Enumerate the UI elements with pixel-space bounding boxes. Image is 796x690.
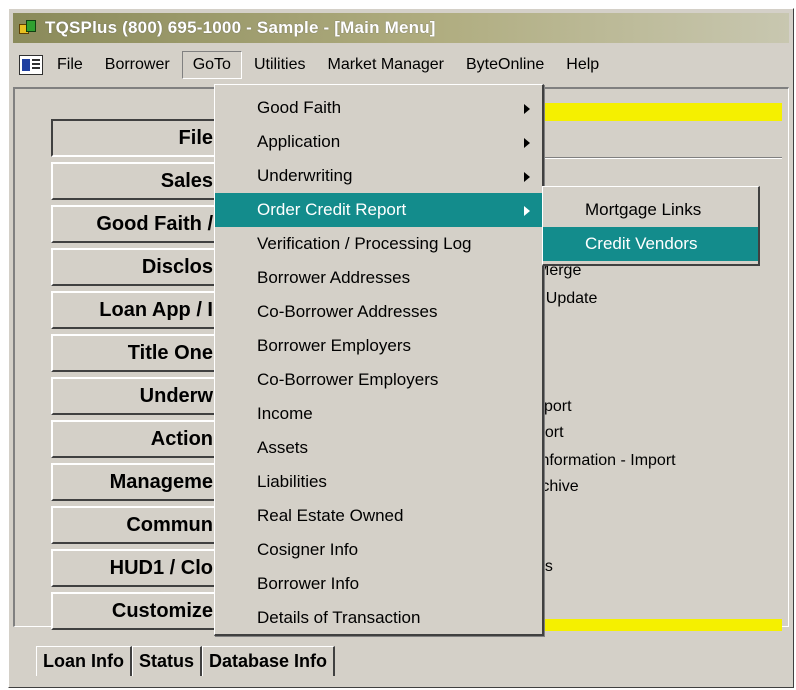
submenu-arrow-icon	[524, 206, 530, 216]
sales-button[interactable]: Sales	[51, 162, 217, 200]
submenu-arrow-icon	[524, 104, 530, 114]
goto-details-of-transaction[interactable]: Details of Transaction	[215, 601, 542, 635]
yellow-banner-bottom	[535, 619, 782, 631]
menu-utilities[interactable]: Utilities	[244, 52, 316, 78]
goto-dropdown-menu: Good Faith Application Underwriting Orde…	[214, 84, 544, 636]
goto-income[interactable]: Income	[215, 397, 542, 431]
goto-good-faith[interactable]: Good Faith	[215, 91, 542, 125]
tab-database-info[interactable]: Database Info	[202, 646, 336, 676]
goto-coborrower-addresses[interactable]: Co-Borrower Addresses	[215, 295, 542, 329]
main-menu-buttons: File Sales Good Faith / Disclos Loan App…	[51, 119, 217, 635]
communication-button[interactable]: Commun	[51, 506, 217, 544]
goto-liabilities[interactable]: Liabilities	[215, 465, 542, 499]
window-title: TQSPlus (800) 695-1000 - Sample - [Main …	[45, 18, 436, 37]
menu-borrower[interactable]: Borrower	[95, 52, 180, 78]
action-button[interactable]: Action	[51, 420, 217, 458]
menu-market-manager[interactable]: Market Manager	[318, 52, 455, 78]
goto-borrower-info[interactable]: Borrower Info	[215, 567, 542, 601]
goto-borrower-employers[interactable]: Borrower Employers	[215, 329, 542, 363]
file-button[interactable]: File	[51, 119, 217, 157]
order-credit-submenu: Mortgage Links Credit Vendors	[542, 186, 760, 266]
submenu-mortgage-links[interactable]: Mortgage Links	[543, 193, 758, 227]
good-faith-button[interactable]: Good Faith /	[51, 205, 217, 243]
menu-goto[interactable]: GoTo	[181, 51, 242, 79]
goto-order-credit-report[interactable]: Order Credit Report	[215, 193, 542, 227]
submenu-arrow-icon	[524, 172, 530, 182]
menu-item-label: Good Faith	[257, 98, 342, 117]
divider	[535, 157, 782, 159]
goto-borrower-addresses[interactable]: Borrower Addresses	[215, 261, 542, 295]
menu-help[interactable]: Help	[556, 52, 609, 78]
tab-status[interactable]: Status	[131, 646, 202, 676]
document-icon[interactable]	[19, 55, 43, 75]
goto-application[interactable]: Application	[215, 125, 542, 159]
underwriting-button[interactable]: Underw	[51, 377, 217, 415]
title-one-button[interactable]: Title One	[51, 334, 217, 372]
tab-strip: Loan Info Status Database Info	[36, 646, 336, 676]
goto-real-estate-owned[interactable]: Real Estate Owned	[215, 499, 542, 533]
goto-cosigner-info[interactable]: Cosigner Info	[215, 533, 542, 567]
right-option[interactable]: Information - Import	[536, 452, 676, 470]
menu-item-label: Application	[257, 132, 341, 151]
disclosures-button[interactable]: Disclos	[51, 248, 217, 286]
goto-verification-log[interactable]: Verification / Processing Log	[215, 227, 542, 261]
houses-icon	[17, 19, 39, 37]
submenu-arrow-icon	[524, 138, 530, 148]
loan-app-button[interactable]: Loan App / I	[51, 291, 217, 329]
yellow-banner-top	[535, 103, 782, 121]
menu-byteonline[interactable]: ByteOnline	[456, 52, 554, 78]
right-option[interactable]: - Update	[536, 290, 597, 308]
menu-bar: File Borrower GoTo Utilities Market Mana…	[13, 49, 789, 81]
customize-button[interactable]: Customize	[51, 592, 217, 630]
menu-item-label: Underwriting	[257, 166, 353, 185]
tab-loan-info[interactable]: Loan Info	[36, 646, 132, 676]
menu-file[interactable]: File	[47, 52, 93, 78]
menu-item-label: Order Credit Report	[257, 200, 407, 219]
goto-underwriting[interactable]: Underwriting	[215, 159, 542, 193]
submenu-credit-vendors[interactable]: Credit Vendors	[543, 227, 758, 261]
management-button[interactable]: Manageme	[51, 463, 217, 501]
goto-assets[interactable]: Assets	[215, 431, 542, 465]
hud1-closing-button[interactable]: HUD1 / Clo	[51, 549, 217, 587]
goto-coborrower-employers[interactable]: Co-Borrower Employers	[215, 363, 542, 397]
title-bar[interactable]: TQSPlus (800) 695-1000 - Sample - [Main …	[13, 13, 789, 43]
